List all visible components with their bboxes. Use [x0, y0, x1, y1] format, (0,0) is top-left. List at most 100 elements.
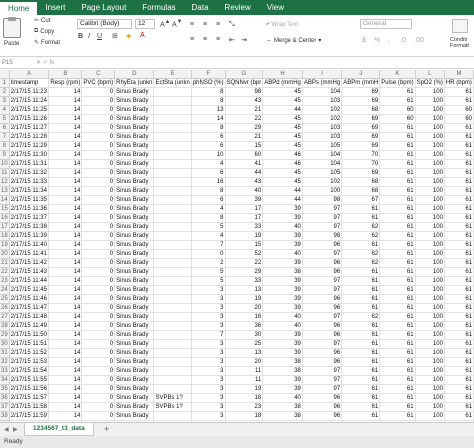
cell[interactable]: 96	[302, 258, 343, 268]
cell[interactable]: ABPd (mmHg	[262, 78, 303, 88]
tab-home[interactable]: Home	[0, 0, 38, 15]
cell[interactable]: 17	[225, 213, 264, 223]
cell[interactable]: 61	[379, 150, 416, 160]
cell[interactable]: 61	[444, 132, 474, 142]
cell[interactable]: 61	[379, 321, 416, 331]
cell[interactable]: 61	[341, 213, 381, 223]
decrease-indent-icon[interactable]: ⇤	[229, 36, 235, 44]
cell[interactable]: 4	[191, 231, 226, 241]
cell[interactable]: 96	[302, 240, 343, 250]
cell[interactable]	[153, 339, 192, 349]
cell[interactable]: 0	[81, 186, 116, 196]
cell[interactable]	[153, 312, 192, 322]
cell[interactable]: 0	[81, 312, 116, 322]
conditional-formatting-button[interactable]: Conditi Formatt	[450, 37, 474, 49]
cell[interactable]: 61	[341, 240, 381, 250]
cell[interactable]: 100	[415, 258, 445, 268]
cell[interactable]: 3	[191, 321, 226, 331]
cell[interactable]	[153, 96, 192, 106]
cell[interactable]: 105	[302, 168, 343, 178]
cell[interactable]: timestamp	[9, 78, 50, 88]
cell[interactable]: 46	[262, 159, 303, 169]
cell[interactable]: 61	[444, 213, 474, 223]
cell[interactable]	[153, 186, 192, 196]
cell[interactable]: 103	[302, 123, 343, 133]
cell[interactable]: 100	[415, 276, 445, 286]
cell[interactable]: 29	[225, 123, 264, 133]
cell[interactable]: Sinus Brady	[114, 285, 155, 295]
cell[interactable]: 39	[262, 204, 303, 214]
cell[interactable]: 61	[379, 177, 416, 187]
cell[interactable]: 20	[225, 303, 264, 313]
cell[interactable]: 104	[302, 87, 343, 97]
row-header[interactable]: 5	[0, 114, 10, 124]
row-header[interactable]: 18	[0, 231, 10, 241]
row-header[interactable]: 9	[0, 150, 10, 160]
cell[interactable]	[153, 150, 192, 160]
row-header[interactable]: 29	[0, 330, 10, 340]
cell[interactable]: 0	[81, 393, 116, 403]
cell[interactable]: 2/17/15 11:32	[9, 168, 50, 178]
row-header[interactable]: 30	[0, 339, 10, 349]
cell[interactable]: 100	[415, 339, 445, 349]
cell[interactable]: 69	[341, 114, 381, 124]
select-all-corner[interactable]	[0, 70, 10, 79]
cell[interactable]: 2/17/15 11:38	[9, 222, 50, 232]
cell[interactable]	[153, 123, 192, 133]
cell[interactable]: 39	[262, 339, 303, 349]
cell[interactable]: 14	[48, 177, 83, 187]
cell[interactable]: 61	[341, 402, 381, 412]
cell[interactable]: Sinus Brady	[114, 87, 155, 97]
cell[interactable]: 61	[341, 294, 381, 304]
cell[interactable]: 61	[379, 366, 416, 376]
cell[interactable]: 100	[415, 384, 445, 394]
cell[interactable]: 3	[191, 312, 226, 322]
cell[interactable]: 100	[415, 366, 445, 376]
tab-page-layout[interactable]: Page Layout	[73, 0, 134, 15]
cell[interactable]: 0	[81, 195, 116, 205]
cell[interactable]: 14	[48, 168, 83, 178]
cell[interactable]: 61	[444, 249, 474, 259]
cell[interactable]: 2/17/15 11:37	[9, 213, 50, 223]
cell[interactable]: 68	[341, 105, 381, 115]
cell[interactable]: 2/17/15 11:44	[9, 276, 50, 286]
cell[interactable]: 61	[379, 294, 416, 304]
row-header[interactable]: 37	[0, 402, 10, 412]
cell[interactable]: 33	[225, 222, 264, 232]
cell[interactable]: Sinus Brady	[114, 123, 155, 133]
cell[interactable]: 61	[444, 168, 474, 178]
cell[interactable]: 3	[191, 411, 226, 421]
cell[interactable]: 7	[191, 330, 226, 340]
row-header[interactable]: 11	[0, 168, 10, 178]
cell[interactable]: 103	[302, 132, 343, 142]
cell[interactable]: 61	[444, 330, 474, 340]
cell[interactable]: 61	[379, 312, 416, 322]
cell[interactable]: 2/17/15 11:35	[9, 195, 50, 205]
cell[interactable]: 61	[379, 204, 416, 214]
column-header[interactable]: F	[191, 70, 226, 79]
cell[interactable]: 100	[415, 150, 445, 160]
cell[interactable]: 69	[341, 87, 381, 97]
cell[interactable]: 2/17/15 11:56	[9, 384, 50, 394]
cell[interactable]: 0	[81, 159, 116, 169]
column-header[interactable]: E	[153, 70, 192, 79]
cell[interactable]: 100	[415, 159, 445, 169]
cell[interactable]: 0	[81, 357, 116, 367]
cell[interactable]: SVPBs 1?	[153, 402, 192, 412]
cell[interactable]	[153, 330, 192, 340]
cell[interactable]: 2/17/15 11:40	[9, 240, 50, 250]
cell[interactable]: 61	[444, 366, 474, 376]
cell[interactable]: 61	[341, 276, 381, 286]
cell[interactable]: 61	[444, 231, 474, 241]
decimal-increase-icon[interactable]: .0	[400, 37, 406, 44]
cell[interactable]: 61	[341, 285, 381, 295]
cell[interactable]	[153, 366, 192, 376]
cell[interactable]: 6	[191, 168, 226, 178]
cell[interactable]	[153, 294, 192, 304]
cell[interactable]: 61	[341, 384, 381, 394]
align-middle-icon[interactable]: ≡	[203, 21, 207, 28]
cell[interactable]: 44	[262, 105, 303, 115]
row-header[interactable]: 28	[0, 321, 10, 331]
cell[interactable]: 97	[302, 213, 343, 223]
cell[interactable]: 2/17/15 11:39	[9, 231, 50, 241]
